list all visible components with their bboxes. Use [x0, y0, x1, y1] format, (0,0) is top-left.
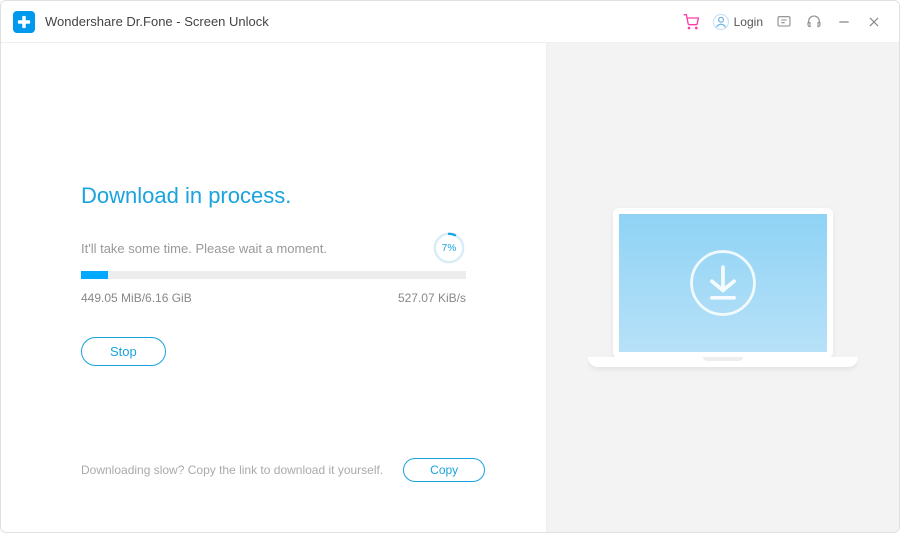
- download-subline: It'll take some time. Please wait a mome…: [81, 241, 327, 256]
- progress-fill: [81, 271, 108, 279]
- app-logo-icon: [13, 11, 35, 33]
- left-panel: Download in process. It'll take some tim…: [1, 43, 546, 532]
- copy-button[interactable]: Copy: [403, 458, 485, 482]
- laptop-screen: [613, 208, 833, 358]
- cart-icon[interactable]: [676, 7, 706, 37]
- feedback-icon[interactable]: [769, 7, 799, 37]
- content-area: Download in process. It'll take some tim…: [1, 43, 899, 532]
- close-button[interactable]: [859, 7, 889, 37]
- laptop-illustration: [588, 208, 858, 367]
- titlebar: Wondershare Dr.Fone - Screen Unlock Logi…: [1, 1, 899, 43]
- login-button[interactable]: Login: [712, 13, 763, 31]
- download-heading: Download in process.: [81, 183, 546, 209]
- downloaded-stat: 449.05 MiB/6.16 GiB: [81, 291, 192, 305]
- app-title: Wondershare Dr.Fone - Screen Unlock: [45, 14, 269, 29]
- slow-hint-text: Downloading slow? Copy the link to downl…: [81, 463, 383, 477]
- laptop-base: [588, 357, 858, 367]
- login-label: Login: [734, 15, 763, 29]
- right-panel: [546, 43, 899, 532]
- app-window: Wondershare Dr.Fone - Screen Unlock Logi…: [0, 0, 900, 533]
- stop-button[interactable]: Stop: [81, 337, 166, 366]
- download-arrow-icon: [686, 246, 760, 320]
- speed-stat: 527.07 KiB/s: [398, 291, 466, 305]
- progress-ring: 7%: [432, 231, 466, 265]
- progress-percent-label: 7%: [432, 231, 466, 265]
- minimize-button[interactable]: [829, 7, 859, 37]
- progress-bar: [81, 271, 466, 279]
- support-icon[interactable]: [799, 7, 829, 37]
